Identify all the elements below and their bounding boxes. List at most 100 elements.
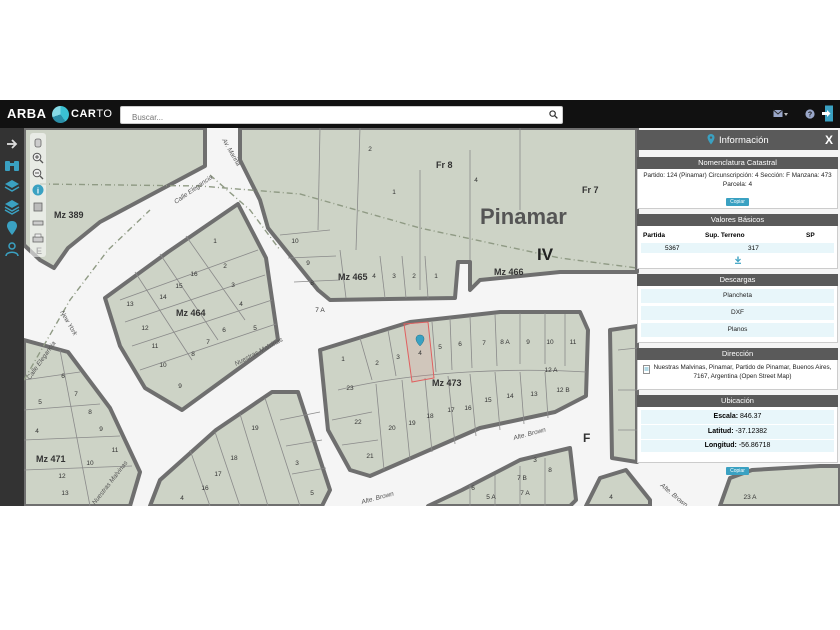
- lot-label: 8: [310, 280, 314, 287]
- lot-label: 21: [366, 453, 374, 460]
- catastro-app: ARBA CARTO ?: [0, 100, 840, 506]
- label-mz473: Mz 473: [432, 378, 462, 388]
- copy-nomenclatura-button[interactable]: Copiar: [726, 198, 749, 206]
- mail-dropdown-icon[interactable]: [773, 108, 789, 120]
- lot-label: 8: [191, 351, 195, 358]
- document-icon: [643, 365, 650, 374]
- download-dxf-link[interactable]: DXF: [641, 306, 834, 320]
- print-icon[interactable]: [32, 233, 44, 245]
- ubicacion-section: Escala: 846.37 Latitud: -37.12382 Longit…: [637, 407, 838, 463]
- lot-label: 1: [341, 356, 345, 363]
- lot-label: 6: [458, 341, 462, 348]
- label-section-f: F: [583, 431, 590, 445]
- lot-label: 7: [482, 340, 486, 347]
- label-section: IV: [537, 245, 554, 264]
- lot-label: 11: [112, 447, 119, 454]
- info-icon[interactable]: i: [32, 184, 44, 196]
- close-icon[interactable]: X: [825, 133, 833, 147]
- lot-label: 1: [434, 273, 438, 280]
- logout-icon[interactable]: [822, 105, 834, 122]
- col-partida: Partida: [643, 232, 666, 239]
- escala-value: 846.37: [740, 413, 762, 420]
- hand-pan-icon[interactable]: [32, 136, 44, 148]
- label-mz471: Mz 471: [36, 454, 66, 464]
- lot-label: 5: [310, 490, 314, 497]
- lot-label: 12: [141, 325, 149, 332]
- download-icon[interactable]: [734, 256, 742, 264]
- lot-label: 8: [88, 409, 92, 416]
- lot-label: 2: [412, 273, 416, 280]
- arrow-right-icon[interactable]: [3, 136, 21, 152]
- sup-terreno-value: 317: [748, 245, 759, 252]
- lot-label: 23: [346, 385, 354, 392]
- lot-label: 2: [223, 263, 227, 270]
- lot-label: 9: [526, 339, 530, 346]
- lot-label: 10: [159, 362, 167, 369]
- label-mz464: Mz 464: [176, 308, 206, 318]
- lot-label: 6: [471, 485, 475, 492]
- lot-label: 18: [230, 455, 238, 462]
- lot-label: 9: [178, 383, 182, 390]
- lot-label: 14: [159, 294, 167, 301]
- lot-label: 4: [180, 495, 184, 502]
- measure-icon[interactable]: [32, 201, 44, 213]
- location-pin-icon: [707, 134, 715, 145]
- zoom-out-icon[interactable]: [32, 168, 44, 180]
- lot-label: 13: [61, 490, 69, 497]
- valores-section: Partida Sup. Terreno SP 5367 317: [637, 226, 838, 269]
- help-icon[interactable]: ?: [805, 108, 815, 120]
- lot-label: 12: [58, 473, 66, 480]
- download-plancheta-link[interactable]: Plancheta: [641, 289, 834, 303]
- lot-label: 15: [175, 283, 183, 290]
- lot-label: 23 A: [743, 494, 757, 501]
- parcela-text: Parcela: 4: [722, 181, 753, 188]
- lot-label: 5 A: [486, 494, 496, 501]
- label-locality: Pinamar: [480, 204, 567, 229]
- lot-label: 14: [506, 393, 514, 400]
- lot-label: 12 A: [544, 367, 558, 374]
- lot-label: 4: [609, 494, 613, 501]
- download-planos-link[interactable]: Planos: [641, 323, 834, 337]
- lot-label: 2: [375, 360, 379, 367]
- longitud-value: -56.86718: [738, 442, 771, 449]
- lot-label: 9: [99, 426, 103, 433]
- svg-text:?: ?: [808, 112, 812, 119]
- arba-logo[interactable]: ARBA: [7, 106, 47, 121]
- lot-label: 5: [38, 399, 42, 406]
- lot-label: 22: [354, 419, 362, 426]
- search-icon[interactable]: [549, 110, 558, 119]
- lot-label: 9: [306, 260, 310, 267]
- binoculars-icon[interactable]: [3, 157, 21, 173]
- layers-icon[interactable]: [3, 178, 21, 194]
- lot-label: 7 B: [517, 475, 527, 482]
- left-toolbar: [0, 128, 24, 506]
- lot-label: 6: [61, 373, 65, 380]
- zoom-in-icon[interactable]: [32, 152, 44, 164]
- lot-label: 11: [152, 343, 159, 350]
- lot-label: 15: [484, 397, 492, 404]
- nomenclatura-header: Nomenclatura Catastral: [637, 157, 838, 169]
- search-input[interactable]: [130, 109, 544, 126]
- carto-logo[interactable]: CARTO: [52, 105, 112, 123]
- layers-stack-icon[interactable]: [3, 199, 21, 215]
- lot-label: 3: [295, 460, 299, 467]
- info-panel-header: Información X: [637, 130, 838, 150]
- lot-label: 18: [426, 413, 434, 420]
- lot-label: 3: [533, 457, 537, 464]
- valores-header: Valores Básicos: [637, 214, 838, 226]
- ubicacion-header: Ubicación: [637, 395, 838, 407]
- info-panel-title: Información: [719, 135, 769, 146]
- lot-label: 4: [239, 301, 243, 308]
- map-tools: i: [30, 133, 46, 257]
- lot-label: 8 A: [500, 339, 510, 346]
- map-pin-icon[interactable]: [3, 220, 21, 236]
- lot-label: 1: [392, 189, 396, 196]
- latitud-row: Latitud: -37.12382: [641, 425, 834, 439]
- copy-ubicacion-button[interactable]: Copiar: [726, 467, 749, 475]
- direccion-header: Dirección: [637, 348, 838, 360]
- user-icon[interactable]: [3, 241, 21, 257]
- ruler-icon[interactable]: [32, 217, 44, 229]
- escala-row: Escala: 846.37: [641, 410, 834, 424]
- lot-label: 5: [253, 325, 257, 332]
- lot-label: 11: [570, 339, 577, 346]
